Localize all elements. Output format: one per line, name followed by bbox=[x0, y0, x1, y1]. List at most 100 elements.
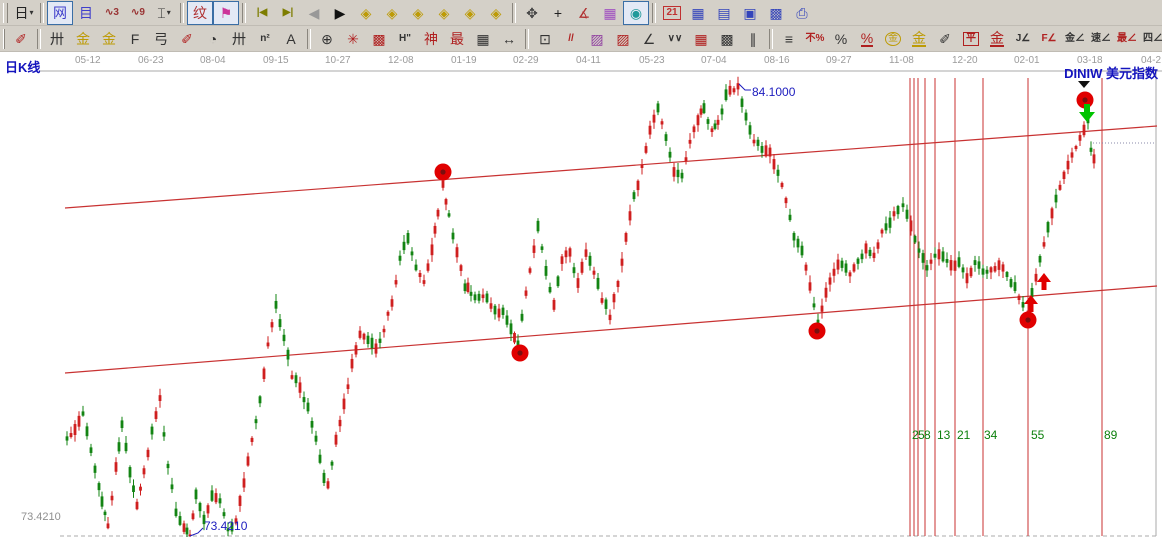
zoom-out-icon[interactable]: ◈ bbox=[405, 1, 431, 25]
box-tool-icon[interactable]: ⊡ bbox=[532, 27, 558, 51]
calendar-icon[interactable]: 21 bbox=[659, 1, 685, 25]
pen2-icon: ✐ bbox=[181, 32, 193, 46]
fib-number-label: 34 bbox=[984, 428, 997, 442]
angle-gold-icon: 金∠ bbox=[1065, 34, 1085, 44]
next-icon[interactable]: ▶ bbox=[327, 1, 353, 25]
fan-box-icon[interactable]: ▨ bbox=[584, 27, 610, 51]
width-icon[interactable]: ↔ bbox=[496, 27, 522, 51]
gold-underline-icon[interactable]: 金 bbox=[984, 27, 1010, 51]
fib-lines-icon[interactable]: F bbox=[122, 27, 148, 51]
skip-start-icon[interactable]: |◀ bbox=[249, 1, 275, 25]
magic-grid-icon[interactable]: ▦ bbox=[597, 1, 623, 25]
golden-section2-icon[interactable]: 金 bbox=[96, 27, 122, 51]
angle-tool-icon[interactable]: ∡ bbox=[571, 1, 597, 25]
web-box-icon[interactable]: ▩ bbox=[366, 27, 392, 51]
gold-lines-icon[interactable]: 金 bbox=[906, 27, 932, 51]
x-axis-date-label: 02-01 bbox=[1014, 55, 1040, 66]
zigzag-icon[interactable]: ∨∨ bbox=[662, 27, 688, 51]
zoom-out-icon: ◈ bbox=[413, 6, 424, 20]
stats-icon[interactable]: ≡ bbox=[776, 27, 802, 51]
compress-icon[interactable]: ◈ bbox=[483, 1, 509, 25]
save-icon[interactable]: ▣ bbox=[737, 1, 763, 25]
black-down-triangle bbox=[1078, 81, 1090, 88]
x-axis-date-label: 08-16 bbox=[764, 55, 790, 66]
parallel-lines-icon[interactable]: ∥ bbox=[740, 27, 766, 51]
percent-k-icon[interactable]: 不% bbox=[802, 27, 828, 51]
chart-type-icon[interactable]: 网 bbox=[47, 1, 73, 25]
n2-icon[interactable]: n² bbox=[252, 27, 278, 51]
low-annotation: 73.4210 bbox=[204, 519, 247, 533]
prev-icon[interactable]: ◀ bbox=[301, 1, 327, 25]
zoom-left-icon[interactable]: ◈ bbox=[353, 1, 379, 25]
x-axis-date-label: 12-08 bbox=[388, 55, 414, 66]
indicator-icon[interactable]: 纹 bbox=[187, 1, 213, 25]
pen-bar-icon[interactable]: ✐ bbox=[932, 27, 958, 51]
zoom-in-icon[interactable]: ◈ bbox=[431, 1, 457, 25]
toolbar-handle[interactable] bbox=[3, 29, 5, 49]
prev-icon: ◀ bbox=[309, 6, 320, 20]
calculator-icon[interactable]: ▦ bbox=[685, 1, 711, 25]
analysis-icon: ◉ bbox=[630, 6, 642, 20]
chart-panel[interactable]: 日K线 DINIW 美元指数 05-1206-2308-0409-1510-27… bbox=[0, 52, 1162, 539]
ping-icon[interactable]: 平 bbox=[958, 27, 984, 51]
zoom-right-icon[interactable]: ◈ bbox=[379, 1, 405, 25]
analysis-icon[interactable]: ◉ bbox=[623, 1, 649, 25]
angle-gold-icon[interactable]: 金∠ bbox=[1062, 27, 1088, 51]
gold-circle-icon[interactable]: 金 bbox=[880, 27, 906, 51]
angle-zui-icon[interactable]: 最∠ bbox=[1114, 27, 1140, 51]
candles-layer bbox=[66, 77, 1096, 537]
grid-box-icon[interactable]: ▩ bbox=[714, 27, 740, 51]
pen2-icon[interactable]: ✐ bbox=[174, 27, 200, 51]
ray-fan-icon[interactable]: // bbox=[558, 27, 584, 51]
minute3-icon[interactable]: ∿3 bbox=[99, 1, 125, 25]
period-button: 日 bbox=[14, 6, 28, 20]
draw-pen-icon[interactable]: ✐ bbox=[8, 27, 34, 51]
zoom-left-icon: ◈ bbox=[361, 6, 372, 20]
send-icon[interactable]: ⎙ bbox=[789, 1, 815, 25]
golden-section-icon[interactable]: 金 bbox=[70, 27, 96, 51]
percent-icon[interactable]: % bbox=[828, 27, 854, 51]
crosshair-icon[interactable]: + bbox=[545, 1, 571, 25]
angle-su-icon[interactable]: 速∠ bbox=[1088, 27, 1114, 51]
angle-f-icon[interactable]: F∠ bbox=[1036, 27, 1062, 51]
notes-icon[interactable]: ▤ bbox=[711, 1, 737, 25]
percent-line-icon[interactable]: % bbox=[854, 27, 880, 51]
gold-underline-icon: 金 bbox=[990, 31, 1004, 47]
copy-icon[interactable]: ▩ bbox=[763, 1, 789, 25]
volume-flag-icon[interactable]: ⚑ bbox=[213, 1, 239, 25]
h-mark-icon[interactable]: H" bbox=[392, 27, 418, 51]
toolbar-handle[interactable] bbox=[3, 3, 8, 23]
bow-lines-icon[interactable]: 弓 bbox=[148, 27, 174, 51]
shen-icon[interactable]: 神 bbox=[418, 27, 444, 51]
gold-circle-icon: 金 bbox=[885, 32, 901, 46]
gann-grid-icon[interactable]: 卅 bbox=[44, 27, 70, 51]
candle-style-icon[interactable]: ⌶▾ bbox=[151, 1, 177, 25]
circle-cross-icon[interactable]: ⊕ bbox=[314, 27, 340, 51]
info-list-icon[interactable]: 目 bbox=[73, 1, 99, 25]
skip-end-icon[interactable]: ▶| bbox=[275, 1, 301, 25]
toolbar-separator bbox=[37, 29, 41, 49]
toolbar-row-1: 日▾网目∿3∿9⌶▾纹⚑|◀▶|◀▶◈◈◈◈◈◈✥+∡▦◉21▦▤▣▩⎙ bbox=[0, 0, 1162, 26]
angle-si-icon[interactable]: 四∠ bbox=[1140, 27, 1162, 51]
candle-style-icon: ⌶ bbox=[157, 6, 165, 20]
x-axis-date-label: 07-04 bbox=[701, 55, 727, 66]
minute9-icon[interactable]: ∿9 bbox=[125, 1, 151, 25]
dense-grid-icon[interactable]: ▦ bbox=[470, 27, 496, 51]
star-web-icon[interactable]: ✳ bbox=[340, 27, 366, 51]
angle-j-icon[interactable]: J∠ bbox=[1010, 27, 1036, 51]
zui-icon[interactable]: 最 bbox=[444, 27, 470, 51]
cycle-icon[interactable]: ◔ bbox=[200, 27, 226, 51]
x-axis-date-label: 10-27 bbox=[325, 55, 351, 66]
fan-box2-icon[interactable]: ▨ bbox=[610, 27, 636, 51]
expand-icon[interactable]: ◈ bbox=[457, 1, 483, 25]
skip-end-icon: ▶| bbox=[283, 8, 294, 18]
angle-a-icon[interactable]: A bbox=[278, 27, 304, 51]
hand-icon[interactable]: ✥ bbox=[519, 1, 545, 25]
shen-icon: 神 bbox=[424, 32, 438, 46]
grid2-icon[interactable]: 卅 bbox=[226, 27, 252, 51]
angle-arrow-icon: ∠ bbox=[643, 32, 656, 46]
red-grid-icon[interactable]: ▦ bbox=[688, 27, 714, 51]
x-axis-date-label: 06-23 bbox=[138, 55, 164, 66]
period-button[interactable]: 日▾ bbox=[11, 1, 37, 25]
angle-arrow-icon[interactable]: ∠ bbox=[636, 27, 662, 51]
